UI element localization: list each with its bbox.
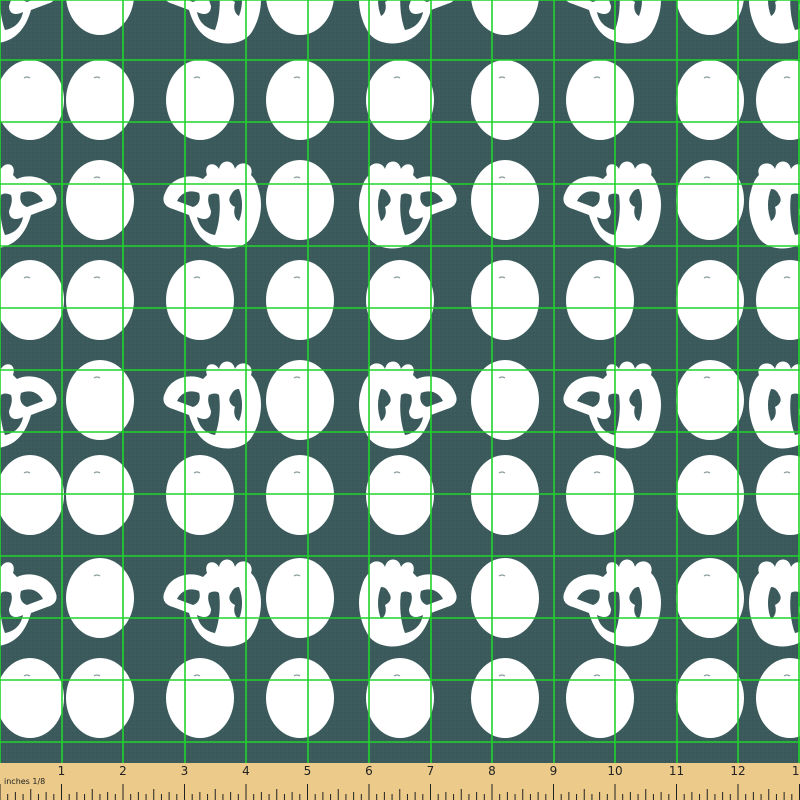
ruler-number: 12 — [730, 764, 745, 778]
egg-motif — [471, 160, 539, 240]
egg-motif — [266, 455, 334, 535]
egg-motif — [471, 658, 539, 738]
egg-motif — [66, 360, 134, 440]
ruler-number: 7 — [427, 764, 435, 778]
ruler-number: 6 — [365, 764, 373, 778]
egg-motif — [166, 260, 234, 340]
ruler-number: 11 — [669, 764, 684, 778]
ruler-number: 2 — [119, 764, 127, 778]
egg-motif — [66, 60, 134, 140]
egg-motif — [166, 60, 234, 140]
fabric-swatch-view: 12345678910111213 inches 1/8 — [0, 0, 800, 800]
egg-motif — [676, 455, 744, 535]
egg-motif — [471, 60, 539, 140]
ruler-number: 5 — [304, 764, 312, 778]
egg-motif — [266, 360, 334, 440]
egg-motif — [471, 360, 539, 440]
fabric-pattern — [0, 0, 800, 763]
egg-motif — [676, 360, 744, 440]
egg-motif — [566, 455, 634, 535]
egg-motif — [266, 658, 334, 738]
egg-motif — [266, 160, 334, 240]
egg-motif — [266, 260, 334, 340]
egg-motif — [266, 60, 334, 140]
egg-motif — [566, 260, 634, 340]
egg-motif — [66, 160, 134, 240]
egg-motif — [366, 260, 434, 340]
egg-motif — [471, 558, 539, 638]
ruler-number: 8 — [488, 764, 496, 778]
egg-motif — [676, 60, 744, 140]
egg-motif — [66, 455, 134, 535]
egg-motif — [366, 455, 434, 535]
egg-motif — [266, 558, 334, 638]
measurement-ruler: 12345678910111213 inches 1/8 — [0, 763, 800, 800]
egg-motif — [471, 455, 539, 535]
egg-motif — [676, 260, 744, 340]
egg-motif — [471, 260, 539, 340]
egg-motif — [676, 658, 744, 738]
egg-motif — [566, 658, 634, 738]
egg-motif — [676, 160, 744, 240]
ruler-number: 10 — [607, 764, 622, 778]
egg-motif — [566, 60, 634, 140]
ruler-number: 13 — [792, 764, 800, 778]
ruler-number: 1 — [58, 764, 66, 778]
ruler-number: 3 — [181, 764, 189, 778]
egg-motif — [66, 658, 134, 738]
egg-motif — [166, 658, 234, 738]
ruler-graphic: 12345678910111213 — [0, 763, 800, 800]
ruler-number: 9 — [550, 764, 558, 778]
ruler-unit-label: inches 1/8 — [4, 777, 46, 786]
egg-motif — [676, 558, 744, 638]
egg-motif — [66, 260, 134, 340]
egg-motif — [166, 455, 234, 535]
ruler-number: 4 — [242, 764, 250, 778]
egg-motif — [366, 60, 434, 140]
egg-motif — [366, 658, 434, 738]
egg-motif — [66, 558, 134, 638]
